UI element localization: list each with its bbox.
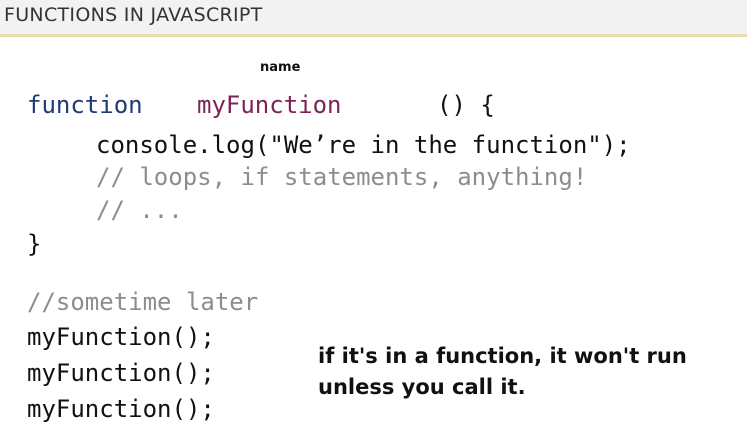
- header-bar: FUNCTIONS IN JAVASCRIPT: [0, 0, 747, 34]
- header-divider: [0, 34, 747, 37]
- close-brace: }: [27, 230, 42, 258]
- name-annotation: name: [260, 60, 301, 75]
- code-comment: // loops, if statements, anything!: [96, 163, 588, 191]
- function-call: myFunction();: [27, 359, 215, 387]
- params-open-brace: () {: [437, 91, 495, 119]
- function-call: myFunction();: [27, 323, 215, 351]
- function-call: myFunction();: [27, 395, 215, 423]
- callout-line: if it's in a function, it won't run: [318, 344, 687, 368]
- console-log-line: console.log("We’re in the function");: [96, 131, 631, 159]
- later-comment: //sometime later: [27, 288, 259, 316]
- page-title: FUNCTIONS IN JAVASCRIPT: [4, 4, 263, 26]
- code-comment: // ...: [96, 196, 183, 224]
- callout-line: unless you call it.: [318, 375, 526, 399]
- callout-note: if it's in a function, it won't run unle…: [318, 341, 738, 403]
- function-keyword: function: [27, 91, 143, 119]
- function-name: myFunction: [197, 91, 342, 119]
